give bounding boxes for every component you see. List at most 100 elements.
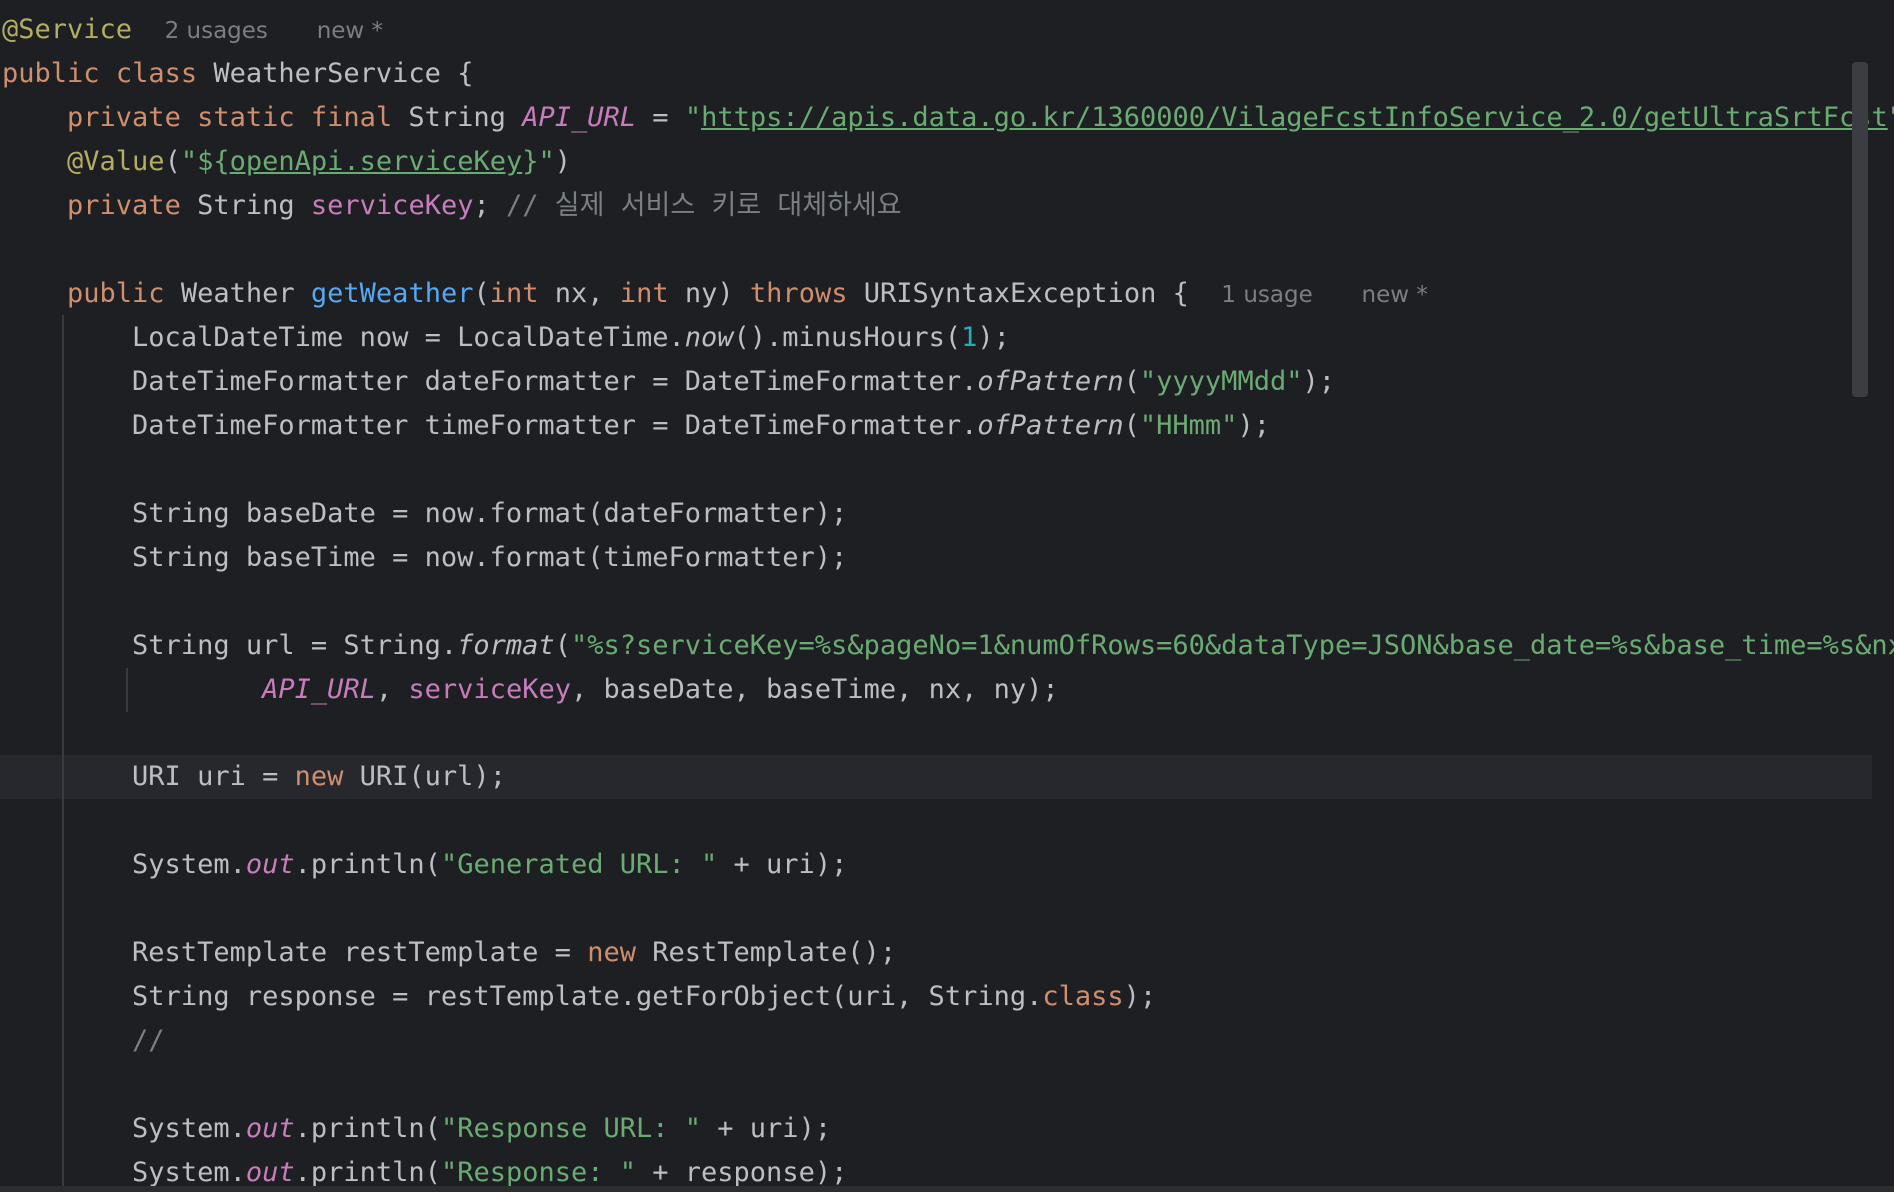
string-literal: "Generated URL: " [440, 849, 718, 880]
inlay-hint-author[interactable]: new * [317, 18, 383, 44]
inlay-hint-author[interactable]: new * [1362, 282, 1428, 308]
code-line-1[interactable]: @Service 2 usages new * [2, 8, 383, 52]
string-literal: "HHmm" [1139, 410, 1238, 441]
annotation-value: @Value [67, 146, 165, 177]
code-line-6[interactable]: public Weather getWeather(int nx, int ny… [2, 272, 1428, 316]
inlay-hint-usages[interactable]: 2 usages [165, 18, 268, 44]
code-text: .println( [294, 849, 441, 880]
code-line-9[interactable]: DateTimeFormatter timeFormatter = DateTi… [2, 404, 1270, 448]
keyword-modifiers: private static final [67, 102, 393, 133]
code-text: ); [1123, 981, 1157, 1012]
code-line-10[interactable]: String baseDate = now.format(dateFormatt… [2, 492, 847, 536]
code-line-7[interactable]: LocalDateTime now = LocalDateTime.now().… [2, 316, 1010, 360]
code-line-2[interactable]: public class WeatherService { [2, 52, 473, 96]
static-method: format [457, 630, 555, 661]
line-comment: // [132, 1025, 165, 1056]
code-text: ( [554, 630, 571, 661]
string-literal: "Response: " [440, 1157, 637, 1188]
string-quote-close: " [1888, 102, 1894, 133]
code-text: RestTemplate restTemplate = [132, 937, 588, 968]
number-literal: 1 [961, 322, 978, 353]
keyword-class: class [1042, 981, 1124, 1012]
field-api-url: API_URL [262, 674, 376, 705]
type-string: String [408, 102, 506, 133]
static-method: ofPattern [977, 410, 1124, 441]
code-text: System. [132, 1113, 246, 1144]
code-text: LocalDateTime now = LocalDateTime. [132, 322, 685, 353]
param-nx: nx, [554, 278, 604, 309]
code-text: DateTimeFormatter timeFormatter = DateTi… [132, 410, 978, 441]
type-string: String [197, 190, 295, 221]
keyword-int: int [619, 278, 669, 309]
static-method: now [684, 322, 734, 353]
code-line-8[interactable]: DateTimeFormatter dateFormatter = DateTi… [2, 360, 1335, 404]
code-line-18[interactable]: // [2, 1019, 165, 1063]
code-text: RestTemplate(); [635, 937, 897, 968]
property-key-link[interactable]: openApi.serviceKey [230, 146, 523, 177]
code-text: .println( [294, 1157, 441, 1188]
code-text: + uri); [701, 1113, 832, 1144]
code-text: .println( [294, 1113, 441, 1144]
code-line-3[interactable]: private static final String API_URL = "h… [2, 96, 1894, 140]
url-link[interactable]: https://apis.data.go.kr/1360000/VilageFc… [701, 102, 1888, 133]
horizontal-scrollbar[interactable] [0, 1186, 1894, 1192]
static-field-out: out [245, 849, 295, 880]
code-text: + response); [636, 1157, 848, 1188]
keyword-public: public [67, 278, 165, 309]
semicolon: ; [473, 190, 490, 221]
operator-assign: = [652, 102, 669, 133]
code-line-15[interactable]: System.out.println("Generated URL: " + u… [2, 843, 847, 887]
paren-open: ( [164, 146, 181, 177]
code-line-11[interactable]: String baseTime = now.format(timeFormatt… [2, 536, 847, 580]
string-literal: "%s?serviceKey=%s&pageNo=1&numOfRows=60&… [570, 630, 1894, 661]
code-text: URI(url); [343, 761, 506, 792]
code-text: String baseTime = now.format(timeFormatt… [132, 542, 848, 573]
paren-open: ( [473, 278, 490, 309]
code-text: System. [132, 1157, 246, 1188]
code-line-19[interactable]: System.out.println("Response URL: " + ur… [2, 1107, 831, 1151]
code-line-5[interactable]: private String serviceKey; // 실제 서비스 키로 … [2, 184, 902, 228]
line-comment: // 실제 서비스 키로 대체하세요 [506, 190, 902, 221]
brace-open: { [457, 58, 474, 89]
code-text: System. [132, 849, 246, 880]
code-text: ().minusHours( [733, 322, 962, 353]
keyword-throws: throws [749, 278, 848, 309]
code-line-12[interactable]: String url = String.format("%s?serviceKe… [2, 624, 1894, 668]
code-text: , baseDate, baseTime, nx, ny); [570, 674, 1059, 705]
code-text: ); [1302, 366, 1335, 397]
keyword-int: int [489, 278, 539, 309]
string-quote-open: " [684, 102, 702, 133]
annotation-service: @Service [2, 14, 133, 45]
code-text: + uri); [717, 849, 848, 880]
class-name: WeatherService [213, 58, 441, 89]
method-name: getWeather [310, 278, 474, 309]
vertical-scrollbar-thumb[interactable] [1852, 62, 1868, 397]
exception-type: URISyntaxException [863, 278, 1157, 309]
code-line-16[interactable]: RestTemplate restTemplate = new RestTemp… [2, 931, 896, 975]
code-line-14[interactable]: URI uri = new URI(url); [2, 755, 506, 799]
static-field-out: out [245, 1113, 295, 1144]
code-line-4[interactable]: @Value("${openApi.serviceKey}") [2, 140, 571, 184]
code-text: ); [1237, 410, 1270, 441]
return-type: Weather [180, 278, 295, 309]
code-text: String baseDate = now.format(dateFormatt… [132, 498, 848, 529]
code-text: URI uri = [132, 761, 295, 792]
string-part: }" [522, 146, 555, 177]
code-line-13[interactable]: API_URL, serviceKey, baseDate, baseTime,… [2, 668, 1059, 712]
code-text: ( [1123, 366, 1140, 397]
string-literal: "yyyyMMdd" [1139, 366, 1303, 397]
code-text: ); [977, 322, 1010, 353]
field-service-key: serviceKey [310, 190, 474, 221]
code-text: String url = String. [132, 630, 458, 661]
code-text: String response = restTemplate.getForObj… [132, 981, 1043, 1012]
code-text: DateTimeFormatter dateFormatter = DateTi… [132, 366, 978, 397]
code-text: ( [1123, 410, 1140, 441]
code-line-17[interactable]: String response = restTemplate.getForObj… [2, 975, 1156, 1019]
code-editor[interactable]: @Service 2 usages new * public class Wea… [0, 0, 1894, 1192]
keyword-public: public [2, 58, 100, 89]
static-method: ofPattern [977, 366, 1124, 397]
static-field-out: out [245, 1157, 295, 1188]
inlay-hint-usages[interactable]: 1 usage [1221, 282, 1312, 308]
paren-close: ) [554, 146, 572, 177]
keyword-new: new [294, 761, 344, 792]
